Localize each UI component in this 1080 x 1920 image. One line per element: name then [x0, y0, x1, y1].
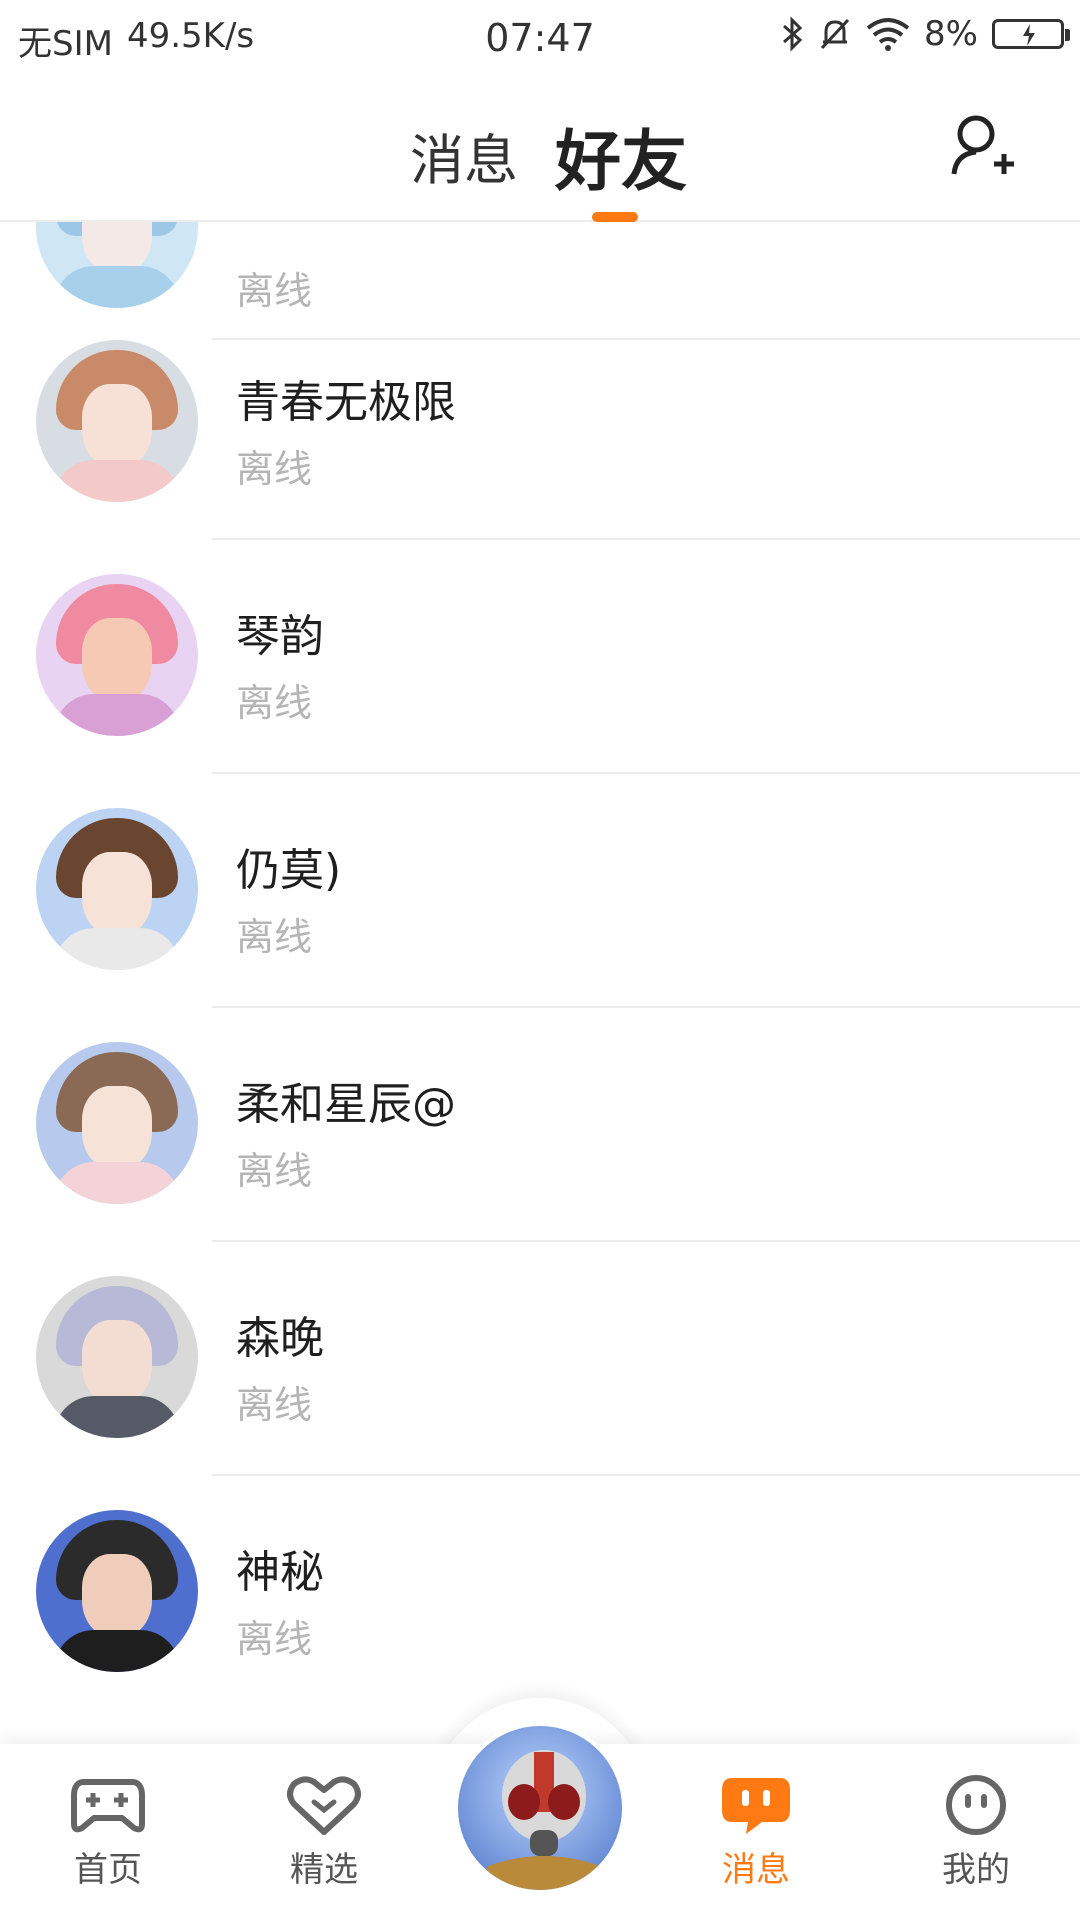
nav-featured[interactable]: 精选 — [244, 1774, 404, 1891]
nav-home[interactable]: 首页 — [28, 1774, 188, 1891]
bluetooth-icon — [783, 16, 803, 52]
friend-name: 神秘 — [236, 1547, 324, 1598]
status-bar: 无SIM 49.5K/s 07:47 8% — [0, 0, 1080, 76]
friend-row[interactable]: 青春无极限 离线 — [0, 340, 1080, 574]
tab-friends[interactable]: 好友 — [555, 108, 687, 204]
friend-row[interactable]: 柔和星辰@ 离线 — [0, 1042, 1080, 1276]
avatar[interactable] — [36, 222, 198, 308]
heart-chat-icon — [287, 1776, 361, 1835]
friend-name: 琴韵 — [236, 611, 324, 662]
friend-name: 柔和星辰@ — [236, 1079, 456, 1130]
friend-name: 森晚 — [236, 1313, 324, 1364]
gamepad-icon — [71, 1779, 145, 1833]
friend-status: 离线 — [236, 447, 313, 491]
mute-bell-icon — [820, 18, 850, 50]
center-avatar-button[interactable] — [454, 1722, 626, 1894]
add-user-icon[interactable] — [948, 112, 1018, 182]
active-tab-indicator — [592, 212, 638, 222]
nav-mine[interactable]: 我的 — [896, 1774, 1056, 1891]
friend-status: 离线 — [236, 915, 313, 959]
avatar[interactable] — [36, 574, 198, 736]
friend-row[interactable]: 琴韵 离线 — [0, 574, 1080, 808]
friend-name: 仍莫) — [236, 845, 342, 896]
nav-messages[interactable]: 消息 — [676, 1774, 836, 1891]
avatar[interactable] — [36, 808, 198, 970]
friend-status: 离线 — [236, 1383, 313, 1427]
avatar[interactable] — [36, 340, 198, 502]
top-tabs-header: 消息 好友 — [0, 76, 1080, 222]
friends-screen: 无SIM 49.5K/s 07:47 8% 消息 好友 离线 青春无极限 离线 … — [0, 0, 1080, 1920]
friend-status: 离线 — [236, 1149, 313, 1193]
nav-featured-label: 精选 — [290, 1850, 358, 1890]
friend-status: 离线 — [236, 269, 313, 313]
friend-name: 青春无极限 — [236, 377, 456, 428]
wifi-icon — [866, 18, 910, 51]
nav-home-label: 首页 — [74, 1850, 142, 1890]
battery-percent: 8% — [924, 14, 978, 54]
friend-row[interactable]: 森晚 离线 — [0, 1276, 1080, 1510]
nav-mine-label: 我的 — [942, 1850, 1010, 1890]
tab-messages[interactable]: 消息 — [410, 116, 518, 195]
chat-bubble-icon — [722, 1778, 790, 1834]
avatar[interactable] — [36, 1510, 198, 1672]
friend-row[interactable]: 仍莫) 离线 — [0, 808, 1080, 1042]
avatar[interactable] — [36, 1276, 198, 1438]
friend-status: 离线 — [236, 681, 313, 725]
friend-list[interactable]: 离线 青春无极限 离线 琴韵 离线 仍莫) 离线 柔和星辰@ 离线 森晚 离线 … — [0, 222, 1080, 1742]
smiley-icon — [946, 1775, 1006, 1835]
battery-icon — [992, 19, 1070, 49]
nav-messages-label: 消息 — [722, 1850, 790, 1890]
friend-status: 离线 — [236, 1617, 313, 1661]
robot-mask-avatar-icon — [480, 1750, 608, 1890]
avatar[interactable] — [36, 1042, 198, 1204]
